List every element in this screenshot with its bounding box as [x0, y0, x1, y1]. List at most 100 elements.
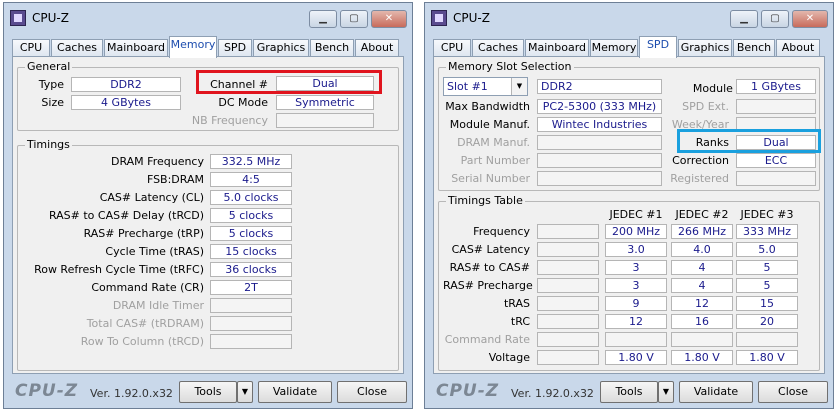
title-bar[interactable]: CPU-Z ▁ ▢ ✕ — [4, 3, 412, 33]
timing-label: Row To Column (tRCD) — [80, 335, 204, 348]
type-value: DDR2 — [71, 77, 181, 92]
jedec-1-cell: 3.0 — [605, 242, 667, 257]
window-title: CPU-Z — [32, 11, 69, 25]
tab-bench[interactable]: Bench — [310, 39, 354, 57]
tools-dropdown-arrow-icon[interactable]: ▼ — [658, 381, 674, 403]
spd-ext-label: SPD Ext. — [682, 100, 729, 113]
tab-mainboard[interactable]: Mainboard — [104, 39, 168, 57]
serial-number-label: Serial Number — [451, 172, 530, 185]
registered-label: Registered — [670, 172, 729, 185]
max-bandwidth-label: Max Bandwidth — [445, 100, 530, 113]
jedec-2-cell — [671, 332, 733, 347]
timing-label: RAS# to CAS# Delay (tRCD) — [48, 209, 204, 222]
jedec-3-cell: 1.80 V — [736, 350, 798, 365]
type-label: Type — [38, 78, 64, 91]
dc-mode-value: Symmetric — [276, 95, 374, 110]
registered-value — [736, 171, 816, 186]
minimize-button[interactable]: ▁ — [309, 10, 337, 28]
close-window-button[interactable]: ✕ — [792, 10, 828, 28]
timings-row-blank-cell — [537, 278, 599, 293]
timing-label: Command Rate (CR) — [91, 281, 204, 294]
cpuz-logo: CPU-Z — [436, 381, 500, 401]
maximize-button[interactable]: ▢ — [340, 10, 368, 28]
general-group-title: General — [25, 60, 73, 73]
spd-panel: Memory Slot Selection Slot #1 ▼ DDR2 Mod… — [433, 56, 825, 374]
cpuz-app-icon — [10, 10, 26, 26]
jedec-2-cell: 4 — [671, 260, 733, 275]
dram-manuf-value — [537, 135, 662, 150]
tab-mainboard[interactable]: Mainboard — [525, 39, 589, 57]
jedec-2-cell: 16 — [671, 314, 733, 329]
close-button[interactable]: Close — [758, 381, 828, 403]
timing-value: 36 clocks — [210, 262, 292, 277]
chevron-down-icon[interactable]: ▼ — [511, 78, 527, 95]
version-label: Ver. 1.92.0.x32 — [90, 387, 173, 400]
version-label: Ver. 1.92.0.x32 — [511, 387, 594, 400]
tab-about[interactable]: About — [776, 39, 820, 57]
timings-row-blank-cell — [537, 224, 599, 239]
jedec-1-cell — [605, 332, 667, 347]
tab-memory[interactable]: Memory — [590, 39, 638, 57]
close-button[interactable]: Close — [337, 381, 407, 403]
jedec-1-cell: 3 — [605, 278, 667, 293]
tab-spd[interactable]: SPD — [639, 36, 677, 58]
spd-type-value: DDR2 — [537, 79, 662, 94]
jedec-2-cell: 12 — [671, 296, 733, 311]
jedec-3-cell: 5 — [736, 278, 798, 293]
jedec-1-cell: 200 MHz — [605, 224, 667, 239]
jedec-3-cell: 15 — [736, 296, 798, 311]
timing-label: RAS# Precharge (tRP) — [83, 227, 204, 240]
correction-value: ECC — [736, 153, 816, 168]
close-window-button[interactable]: ✕ — [371, 10, 407, 28]
jedec-2-cell: 1.80 V — [671, 350, 733, 365]
jedec-2-cell: 4.0 — [671, 242, 733, 257]
memory-slot-selection-title: Memory Slot Selection — [446, 60, 574, 73]
serial-number-value — [537, 171, 662, 186]
tab-caches[interactable]: Caches — [472, 39, 524, 57]
tools-dropdown-arrow-icon[interactable]: ▼ — [237, 381, 253, 403]
tab-about[interactable]: About — [355, 39, 399, 57]
tab-bench[interactable]: Bench — [733, 39, 775, 57]
timings-row-blank-cell — [537, 314, 599, 329]
timing-value — [210, 334, 292, 349]
memory-panel: General Type DDR2 Size 4 GBytes Channel … — [12, 56, 404, 374]
validate-button[interactable]: Validate — [679, 381, 753, 403]
footer: CPU-Z Ver. 1.92.0.x32 Tools ▼ Validate C… — [425, 375, 833, 408]
timing-label: FSB:DRAM — [146, 173, 204, 186]
correction-label: Correction — [672, 154, 729, 167]
slot-select[interactable]: Slot #1 ▼ — [443, 77, 528, 96]
maximize-button[interactable]: ▢ — [761, 10, 789, 28]
spd-ext-value — [736, 99, 816, 114]
memory-slot-selection-group: Memory Slot Selection Slot #1 ▼ DDR2 Mod… — [438, 60, 821, 191]
timings-row-blank-cell — [537, 332, 599, 347]
size-label: Size — [41, 96, 64, 109]
tab-spd[interactable]: SPD — [218, 39, 252, 57]
tab-graphics[interactable]: Graphics — [253, 39, 309, 57]
timing-value — [210, 298, 292, 313]
timings-row-blank-cell — [537, 260, 599, 275]
timings-table-title: Timings Table — [446, 194, 525, 207]
slot-select-value: Slot #1 — [447, 80, 488, 93]
jedec-3-cell: 5.0 — [736, 242, 798, 257]
timing-label: Total CAS# (tRDRAM) — [86, 317, 204, 330]
tab-cpu[interactable]: CPU — [12, 39, 50, 57]
validate-button[interactable]: Validate — [258, 381, 332, 403]
tab-memory[interactable]: Memory — [169, 36, 217, 58]
minimize-button[interactable]: ▁ — [730, 10, 758, 28]
tab-caches[interactable]: Caches — [51, 39, 103, 57]
timing-value: 4:5 — [210, 172, 292, 187]
title-bar[interactable]: CPU-Z ▁ ▢ ✕ — [425, 3, 833, 33]
tools-button[interactable]: Tools — [600, 381, 658, 403]
nb-frequency-label: NB Frequency — [191, 114, 268, 127]
jedec-2-header: JEDEC #2 — [675, 208, 729, 221]
tab-graphics[interactable]: Graphics — [678, 39, 732, 57]
cpuz-window-spd: CPU-Z ▁ ▢ ✕ CPU Caches Mainboard Memory … — [424, 2, 834, 409]
jedec-1-cell: 1.80 V — [605, 350, 667, 365]
timings-row-blank-cell — [537, 242, 599, 257]
timing-value: 5 clocks — [210, 226, 292, 241]
tools-button[interactable]: Tools — [179, 381, 237, 403]
tab-cpu[interactable]: CPU — [433, 39, 471, 57]
general-group: General Type DDR2 Size 4 GBytes Channel … — [17, 60, 399, 131]
part-number-value — [537, 153, 662, 168]
timings-row-label: Frequency — [473, 225, 530, 238]
